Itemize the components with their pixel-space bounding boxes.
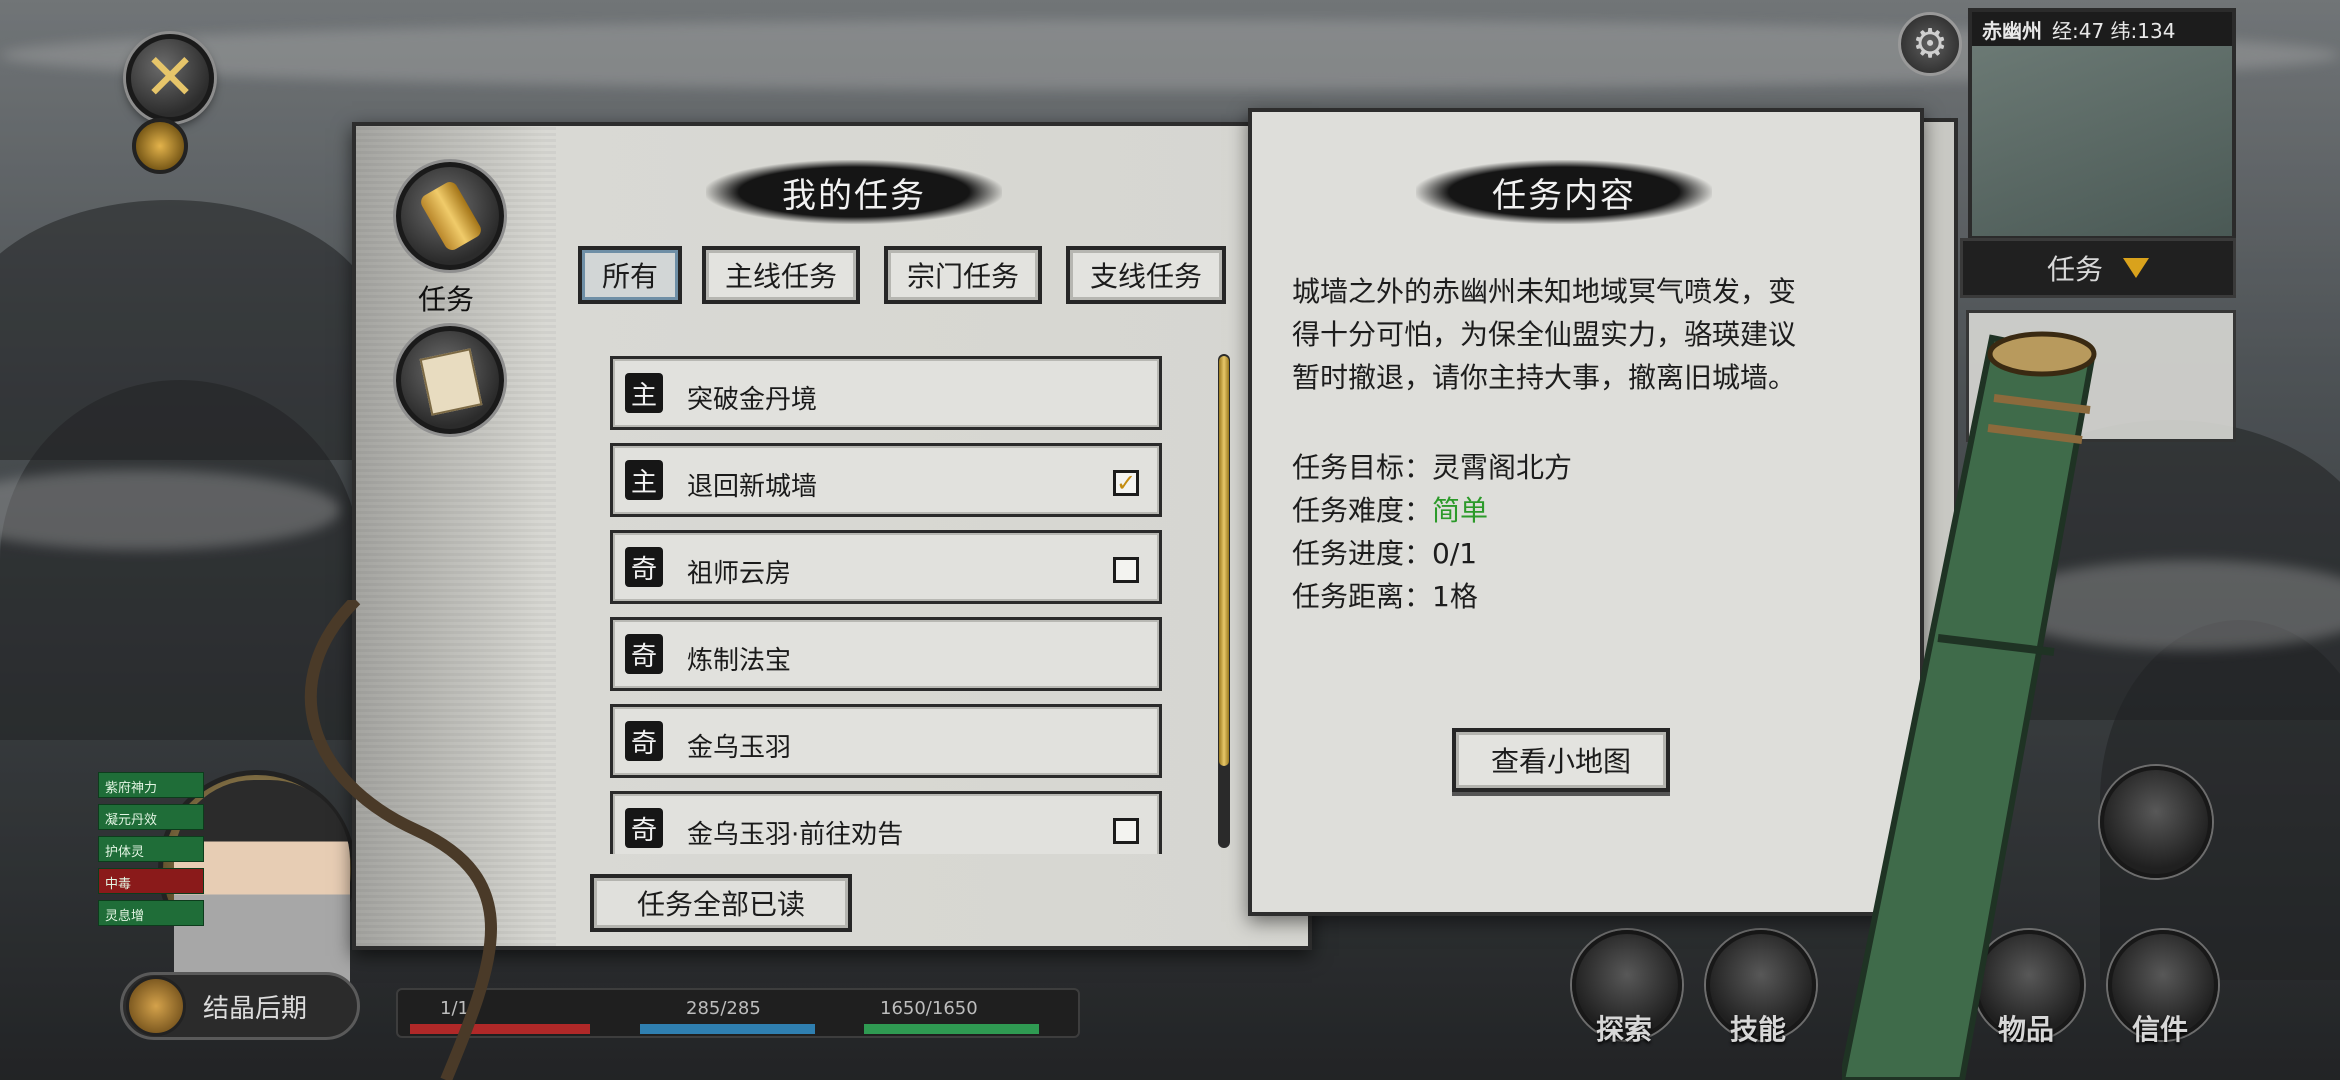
detail-panel-title: 任务内容: [1416, 160, 1712, 224]
list-item[interactable]: 奇 金乌玉羽·前往劝告: [610, 791, 1162, 854]
status-tag-list: 紫府神力 凝元丹效 护体灵 中毒 灵息增: [98, 772, 204, 926]
quest-panel-title: 我的任务: [706, 160, 1002, 224]
minimap-coordinates: 经:47 纬:134: [2052, 18, 2176, 43]
close-button[interactable]: ✕: [126, 34, 214, 122]
gear-icon[interactable]: ⚙: [1898, 12, 1962, 76]
filter-tab-side[interactable]: 支线任务: [1066, 246, 1226, 304]
quest-name: 金乌玉羽·前往劝告: [687, 820, 904, 850]
quest-progress-row: 任务进度：0/1: [1292, 532, 1477, 572]
tab-letters[interactable]: [396, 326, 504, 434]
filter-tab-main[interactable]: 主线任务: [702, 246, 860, 304]
quest-list[interactable]: 主 突破金丹境 主 退回新城墙 ✓ 奇 祖师云房 奇 炼制法宝 奇 金乌玉羽 奇…: [610, 356, 1162, 854]
quest-target-value: 灵霄阁北方: [1432, 451, 1573, 484]
quest-description-line: 城墙之外的赤幽州未知地域冥气喷发，变: [1292, 275, 1797, 308]
mp-bar: [640, 1024, 815, 1034]
quest-name: 突破金丹境: [687, 385, 818, 415]
bamboo-scroll-decoration: [1842, 331, 2097, 1080]
status-tag: 灵息增: [98, 900, 204, 926]
view-minimap-button[interactable]: 查看小地图: [1452, 728, 1670, 792]
compass-icon[interactable]: [132, 118, 188, 174]
quest-distance-label: 任务距离：: [1292, 580, 1433, 613]
quest-type-badge: 主: [625, 373, 663, 413]
filter-tab-sect[interactable]: 宗门任务: [884, 246, 1042, 304]
track-checkbox[interactable]: [1113, 557, 1139, 583]
filter-tab-all[interactable]: 所有: [578, 246, 682, 304]
list-item[interactable]: 奇 炼制法宝: [610, 617, 1162, 691]
scroll-icon: [418, 179, 484, 253]
list-item[interactable]: 奇 金乌玉羽: [610, 704, 1162, 778]
quest-target-row: 任务目标：灵霄阁北方: [1292, 446, 1572, 486]
quest-type-badge: 奇: [625, 547, 663, 587]
status-tag: 护体灵: [98, 836, 204, 862]
quest-name: 炼制法宝: [687, 646, 792, 676]
track-checkbox[interactable]: [1113, 818, 1139, 844]
minimap-location: 赤幽州: [1982, 18, 2042, 43]
quest-type-badge: 主: [625, 460, 663, 500]
list-item[interactable]: 主 退回新城墙 ✓: [610, 443, 1162, 517]
quest-difficulty-value: 简单: [1432, 494, 1489, 527]
mp-value: 285/285: [686, 998, 761, 1019]
quest-description: 城墙之外的赤幽州未知地域冥气喷发，变 得十分可怕，为保全仙盟实力，骆瑛建议 暂时…: [1292, 270, 1872, 399]
quest-distance-value: 1格: [1432, 580, 1478, 613]
track-checkbox-checked[interactable]: ✓: [1113, 470, 1139, 496]
mark-all-read-button[interactable]: 任务全部已读: [590, 874, 852, 932]
quest-name: 祖师云房: [687, 559, 792, 589]
status-tag: 紫府神力: [98, 772, 204, 798]
quest-progress-label: 任务进度：: [1292, 537, 1433, 570]
minimap-header: 赤幽州 经:47 纬:134: [1972, 12, 2232, 46]
quest-dropdown-label: 任务: [2046, 253, 2103, 286]
quest-name: 金乌玉羽: [687, 733, 792, 763]
quest-type-badge: 奇: [625, 808, 663, 848]
skills-label: 技能: [1730, 1013, 1787, 1046]
quest-description-line: 暂时撤退，请你主持大事，撤离旧城墙。: [1292, 361, 1797, 394]
status-tag: 中毒: [98, 868, 204, 894]
quest-tracker-dropdown[interactable]: 任务: [1960, 238, 2236, 298]
rope-decoration: [304, 600, 497, 1080]
minimap[interactable]: 赤幽州 经:47 纬:134: [1968, 8, 2236, 240]
close-x-icon: ✕: [143, 41, 197, 115]
quest-target-label: 任务目标：: [1292, 451, 1433, 484]
stamina-bar: [864, 1024, 1039, 1034]
quest-type-badge: 奇: [625, 721, 663, 761]
list-item[interactable]: 主 突破金丹境: [610, 356, 1162, 430]
quest-name: 退回新城墙: [687, 472, 818, 502]
status-tag: 凝元丹效: [98, 804, 204, 830]
quest-distance-row: 任务距离：1格: [1292, 575, 1478, 615]
explore-label: 探索: [1596, 1013, 1653, 1046]
quest-type-badge: 奇: [625, 634, 663, 674]
stamina-value: 1650/1650: [880, 998, 978, 1019]
quest-difficulty-row: 任务难度：简单: [1292, 489, 1488, 529]
quest-difficulty-label: 任务难度：: [1292, 494, 1433, 527]
tab-quests[interactable]: [396, 162, 504, 270]
quest-progress-value: 0/1: [1432, 537, 1478, 570]
quest-description-line: 得十分可怕，为保全仙盟实力，骆瑛建议: [1292, 318, 1797, 351]
tab-quests-label: 任务: [418, 283, 475, 316]
letters-icon: [419, 348, 483, 416]
chevron-down-icon: [2123, 258, 2149, 278]
quest-list-scroll-thumb[interactable]: [1219, 356, 1229, 766]
realm-icon: [126, 976, 186, 1036]
list-item[interactable]: 奇 祖师云房: [610, 530, 1162, 604]
